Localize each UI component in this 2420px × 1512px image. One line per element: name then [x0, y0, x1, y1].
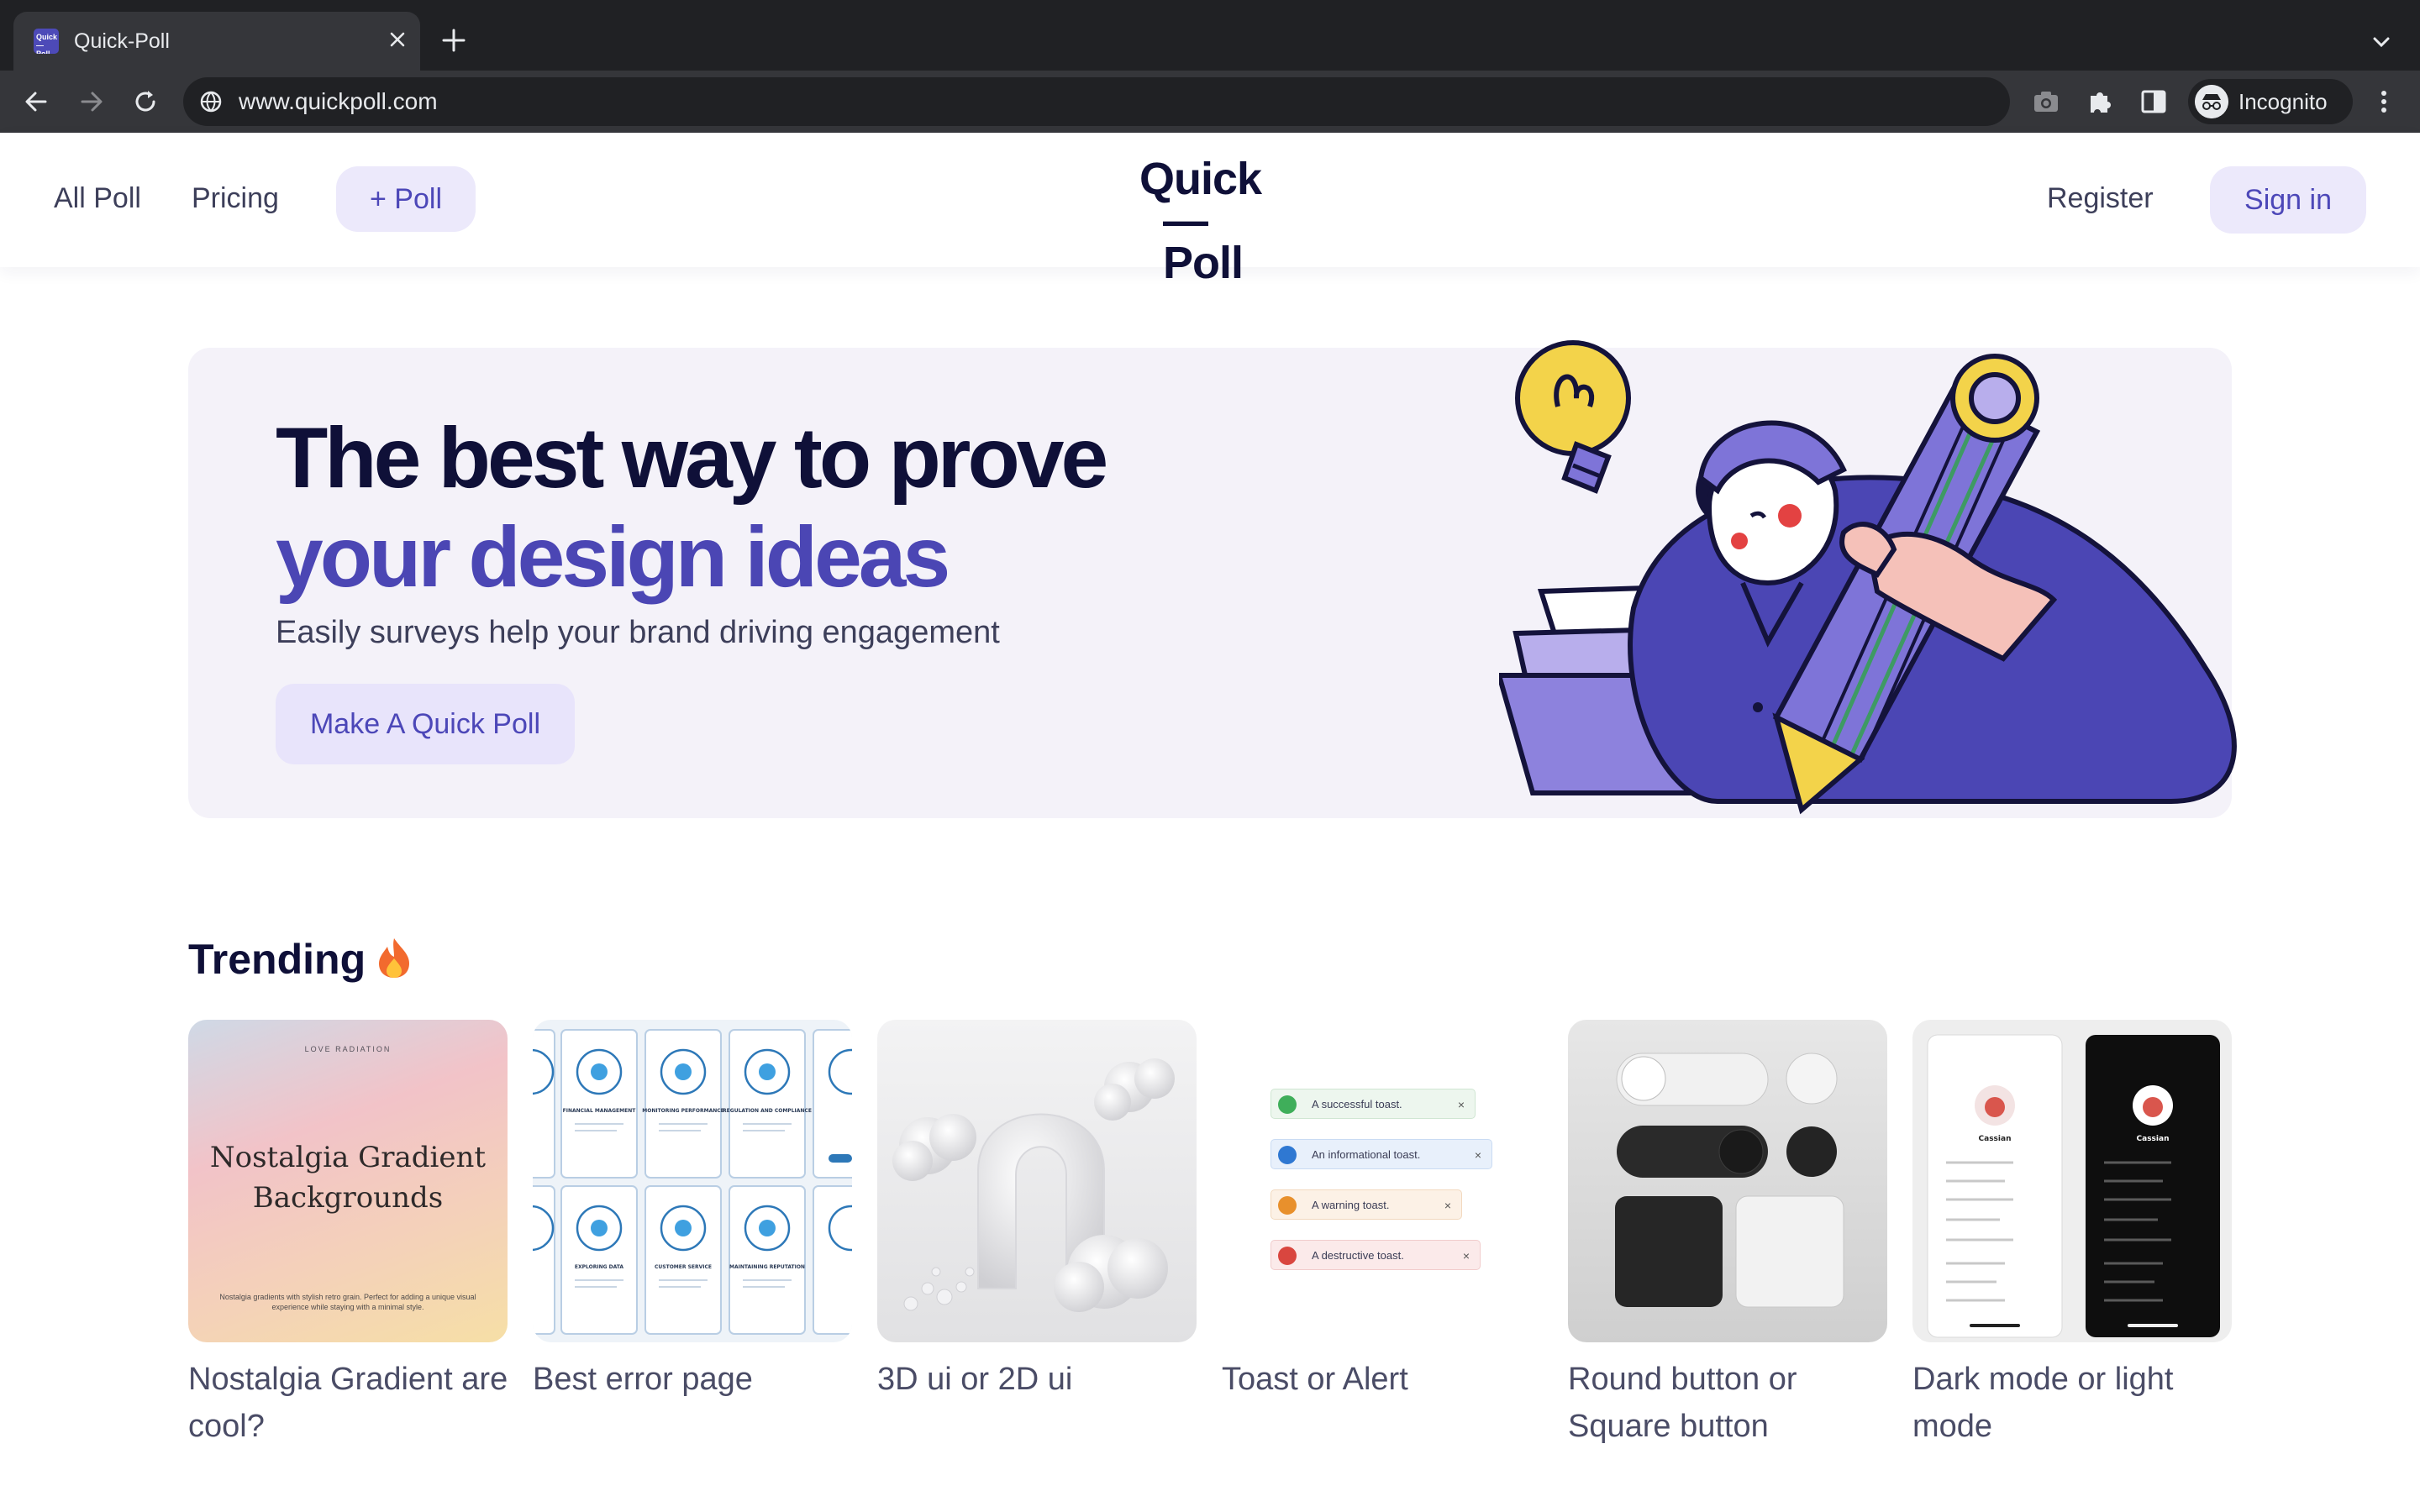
url-text: www.quickpoll.com [239, 88, 438, 114]
extensions-puzzle-icon[interactable] [2084, 86, 2116, 118]
nostalgia-gradient-thumbnail: LOVE RADIATION Nostalgia Gradient Backgr… [188, 1020, 508, 1342]
poll-card-label: Round button or Square button [1568, 1362, 1797, 1444]
logo-line-2: —Poll [1163, 196, 1244, 288]
address-bar[interactable]: www.quickpoll.com [183, 77, 2010, 126]
new-poll-button[interactable]: + Poll [336, 166, 476, 232]
poll-card[interactable]: Round button or Square button [1568, 1020, 1887, 1450]
screen-label-exploring: EXPLORING DATA [575, 1264, 624, 1270]
reload-icon[interactable] [129, 86, 161, 118]
side-panel-icon[interactable] [2138, 86, 2170, 118]
site-header: All Poll Pricing + Poll Quick —Poll Regi… [0, 133, 2420, 286]
fire-icon [379, 938, 410, 978]
poll-card-label: Dark mode or light mode [1912, 1362, 2174, 1444]
poll-card[interactable]: A successful toast. × An informational to… [1222, 1020, 1541, 1403]
onboarding-screens-illustration: FINANCIAL MANAGEMENT MONITORING PERFORMA… [533, 1029, 852, 1335]
dark-light-mode-thumbnail: Cassian Cassian [1912, 1020, 2232, 1342]
incognito-icon [2195, 85, 2228, 118]
screen-label-customer: CUSTOMER SERVICE [655, 1264, 712, 1270]
toast-success-text: A successful toast. [1312, 1098, 1402, 1110]
toast-warning: A warning toast. × [1270, 1189, 1462, 1220]
close-icon: × [1457, 1098, 1465, 1111]
tab-title: Quick-Poll [74, 29, 170, 53]
screen-label-monitoring: MONITORING PERFORMANCE [642, 1108, 723, 1114]
info-icon [1278, 1146, 1297, 1164]
trending-heading: Trending [188, 934, 413, 984]
toast-info-text: An informational toast. [1312, 1148, 1421, 1161]
site-info-icon[interactable] [198, 89, 224, 114]
thumb-main-caption: Nostalgia Gradient Backgrounds [209, 1141, 487, 1215]
hero-banner: The best way to prove your design ideas … [188, 340, 2237, 818]
forward-arrow-icon[interactable] [76, 86, 108, 118]
check-icon [1278, 1095, 1297, 1114]
toast-info: An informational toast. × [1270, 1139, 1492, 1169]
toast-warning-text: A warning toast. [1312, 1199, 1390, 1211]
tab-favicon: Quick —Poll [34, 29, 59, 54]
incognito-label: Incognito [2238, 89, 2328, 114]
sign-in-button[interactable]: Sign in [2210, 166, 2366, 234]
back-arrow-icon[interactable] [20, 86, 52, 118]
poll-card-label: 3D ui or 2D ui [877, 1362, 1073, 1397]
camera-icon[interactable] [2030, 86, 2062, 118]
browser-tabstrip: Quick —Poll Quick-Poll [0, 0, 2420, 71]
round-square-buttons-thumbnail [1568, 1020, 1887, 1342]
close-icon: × [1474, 1148, 1481, 1162]
3d-arch-illustration [892, 1058, 1175, 1312]
close-icon[interactable] [385, 27, 410, 52]
thumb-top-caption: LOVE RADIATION [304, 1045, 392, 1053]
register-link[interactable]: Register [2047, 181, 2154, 215]
close-icon: × [1462, 1249, 1470, 1263]
logo-line-1: Quick [1139, 154, 1262, 204]
trending-title: Trending [188, 936, 366, 983]
close-icon: × [1444, 1199, 1451, 1212]
poll-card[interactable]: FINANCIAL MANAGEMENT MONITORING PERFORMA… [533, 1020, 852, 1403]
quickpoll-logo[interactable]: Quick —Poll [1139, 154, 1282, 286]
designer-with-pencil-illustration [1499, 340, 2237, 815]
screen-label-financial: FINANCIAL MANAGEMENT [563, 1108, 637, 1114]
incognito-indicator[interactable]: Incognito [2188, 79, 2353, 124]
hero-title: The best way to prove your design ideas [276, 408, 1452, 606]
nav-pricing[interactable]: Pricing [192, 181, 279, 215]
poll-card-label: Best error page [533, 1362, 753, 1397]
hero-subtitle: Easily surveys help your brand driving e… [276, 615, 1000, 650]
error-page-thumbnail: FINANCIAL MANAGEMENT MONITORING PERFORMA… [533, 1020, 852, 1342]
nav-all-poll[interactable]: All Poll [54, 181, 141, 215]
toast-alert-thumbnail: A successful toast. × An informational to… [1222, 1020, 1541, 1342]
toast-destructive: A destructive toast. × [1270, 1240, 1481, 1270]
hero-title-line-2: your design ideas [276, 509, 950, 605]
make-quick-poll-button[interactable]: Make A Quick Poll [276, 684, 575, 764]
thumb-small-caption: Nostalgia gradients with stylish retro g… [219, 1293, 476, 1311]
poll-card-label: Nostalgia Gradient are cool? [188, 1362, 508, 1444]
toast-destructive-text: A destructive toast. [1312, 1249, 1404, 1262]
hero-title-line-1: The best way to prove [276, 410, 1108, 506]
warning-icon [1278, 1196, 1297, 1215]
button-shapes-illustration [1615, 1053, 1844, 1308]
poll-card[interactable]: 3D ui or 2D ui [877, 1020, 1197, 1403]
poll-card-label: Toast or Alert [1222, 1362, 1408, 1397]
kebab-menu-icon[interactable] [2368, 86, 2400, 118]
profile-name-dark: Cassian [2137, 1135, 2170, 1143]
poll-card[interactable]: LOVE RADIATION Nostalgia Gradient Backgr… [188, 1020, 508, 1450]
3d-ui-thumbnail [877, 1020, 1197, 1342]
new-tab-plus-icon[interactable] [439, 25, 469, 55]
phone-mockups-illustration: Cassian Cassian [1927, 1034, 2220, 1338]
profile-name-light: Cassian [1979, 1135, 2012, 1143]
screen-label-regulation: REGULATION AND COMPLIANCE [723, 1108, 812, 1114]
poll-card[interactable]: Cassian Cassian Dark mode or light mode [1912, 1020, 2232, 1450]
tab-search-chevron-icon[interactable] [2370, 30, 2393, 54]
screen-label-reputation: MAINTAINING REPUTATION [729, 1264, 805, 1270]
light-bulb-icon [1515, 340, 1631, 494]
browser-tab[interactable]: Quick —Poll Quick-Poll [13, 12, 420, 71]
browser-toolbar: www.quickpoll.com Incognito [0, 71, 2420, 133]
alert-triangle-icon [1278, 1247, 1297, 1265]
toast-success: A successful toast. × [1270, 1089, 1476, 1119]
